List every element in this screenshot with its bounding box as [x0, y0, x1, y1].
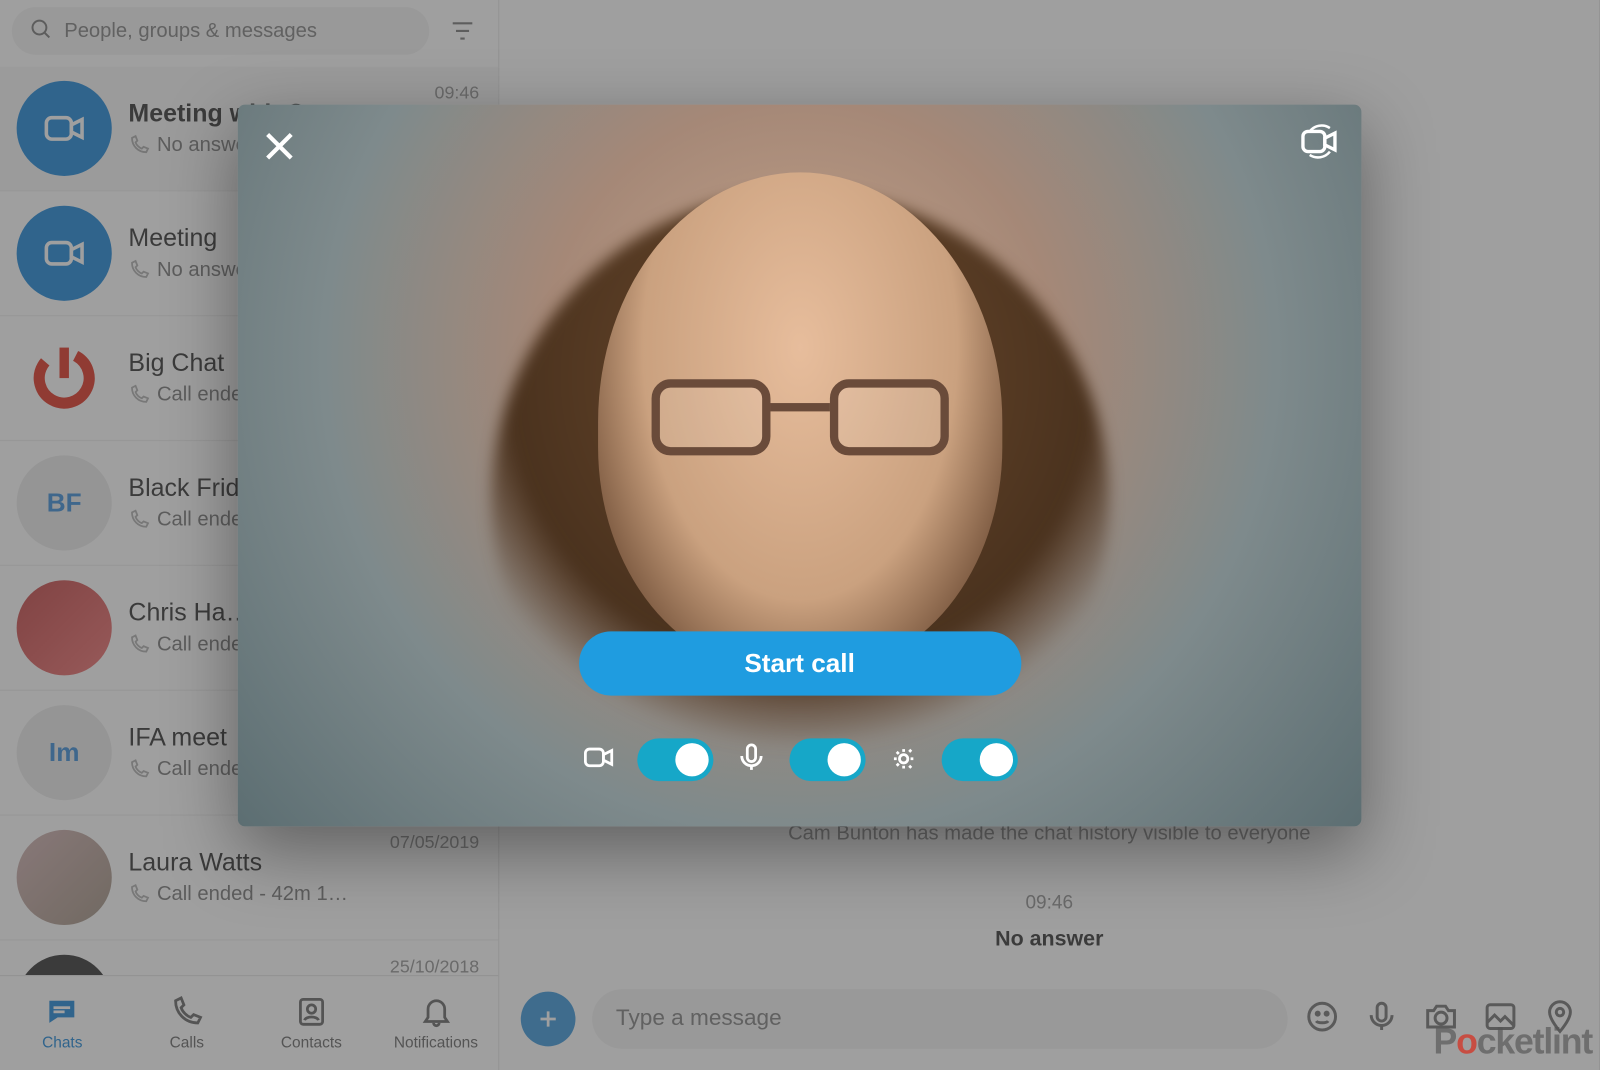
watermark-o: o — [1456, 1023, 1477, 1063]
blur-toggle[interactable] — [941, 738, 1017, 781]
video-icon — [582, 740, 615, 779]
close-button[interactable] — [259, 126, 299, 172]
call-preview-modal: Start call — [238, 105, 1362, 827]
start-call-button[interactable]: Start call — [578, 631, 1020, 695]
flip-camera-icon — [1300, 121, 1340, 161]
start-call-label: Start call — [744, 648, 855, 679]
close-icon — [259, 126, 299, 166]
watermark-text: cketlint — [1477, 1023, 1592, 1063]
mic-icon — [734, 740, 767, 779]
call-toggles — [582, 738, 1017, 781]
camera-preview-glasses — [651, 379, 948, 462]
blur-icon — [886, 740, 919, 779]
watermark-text: P — [1433, 1023, 1456, 1063]
watermark: Pocketlint — [1433, 1023, 1592, 1063]
mic-toggle[interactable] — [789, 738, 865, 781]
video-toggle[interactable] — [637, 738, 713, 781]
switch-camera-button[interactable] — [1300, 121, 1340, 167]
